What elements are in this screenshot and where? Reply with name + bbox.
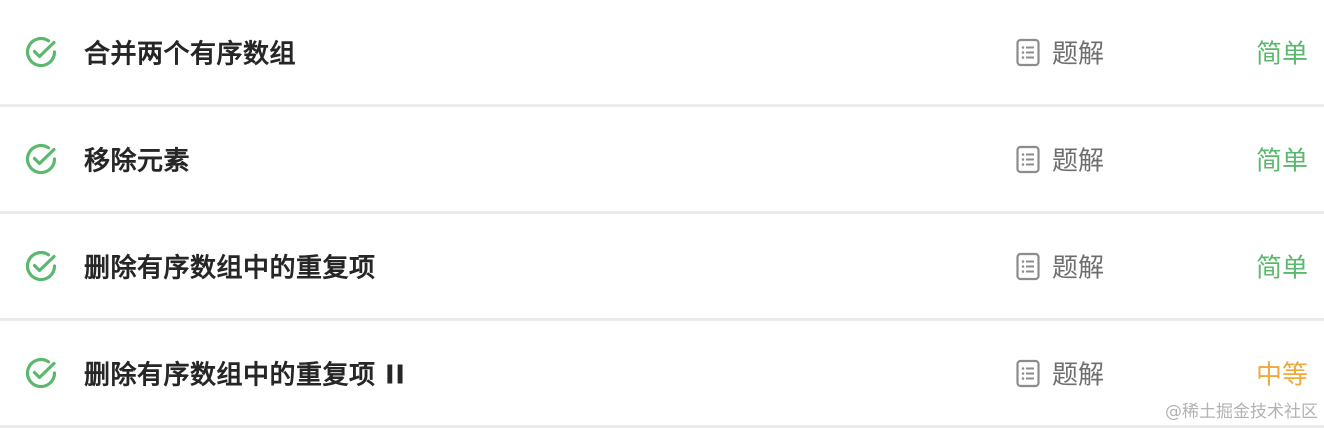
- solution-link[interactable]: 题解: [1016, 141, 1104, 178]
- problem-list: 合并两个有序数组 题解 简单 移除元素 题解 简单 删除有序数组中的重复项 题解…: [0, 0, 1324, 428]
- solution-link[interactable]: 题解: [1016, 34, 1104, 71]
- difficulty-badge: 简单: [1255, 253, 1308, 284]
- difficulty-badge: 简单: [1255, 39, 1308, 70]
- problem-title[interactable]: 删除有序数组中的重复项 II: [84, 355, 405, 392]
- document-icon: [1016, 38, 1040, 66]
- solution-label: 题解: [1052, 360, 1105, 391]
- problem-row[interactable]: 删除有序数组中的重复项 II 题解 中等: [0, 321, 1324, 428]
- problem-row[interactable]: 移除元素 题解 简单: [0, 107, 1324, 214]
- solution-label: 题解: [1052, 146, 1105, 177]
- problem-row[interactable]: 合并两个有序数组 题解 简单: [0, 0, 1324, 107]
- solution-label: 题解: [1052, 253, 1105, 284]
- check-circle-icon: [25, 357, 57, 389]
- watermark: @稀土掘金技术社区: [1165, 402, 1318, 422]
- document-icon: [1016, 359, 1040, 387]
- document-icon: [1016, 252, 1040, 280]
- difficulty-badge: 简单: [1255, 146, 1308, 177]
- check-circle-icon: [25, 250, 57, 282]
- solution-label: 题解: [1052, 39, 1105, 70]
- problem-title[interactable]: 合并两个有序数组: [84, 34, 296, 71]
- difficulty-badge: 中等: [1255, 360, 1308, 391]
- problem-row[interactable]: 删除有序数组中的重复项 题解 简单: [0, 214, 1324, 321]
- problem-title[interactable]: 移除元素: [84, 141, 190, 178]
- problem-title[interactable]: 删除有序数组中的重复项: [84, 248, 376, 285]
- solution-link[interactable]: 题解: [1016, 355, 1104, 392]
- solution-link[interactable]: 题解: [1016, 248, 1104, 285]
- check-circle-icon: [25, 143, 57, 175]
- document-icon: [1016, 145, 1040, 173]
- check-circle-icon: [25, 36, 57, 68]
